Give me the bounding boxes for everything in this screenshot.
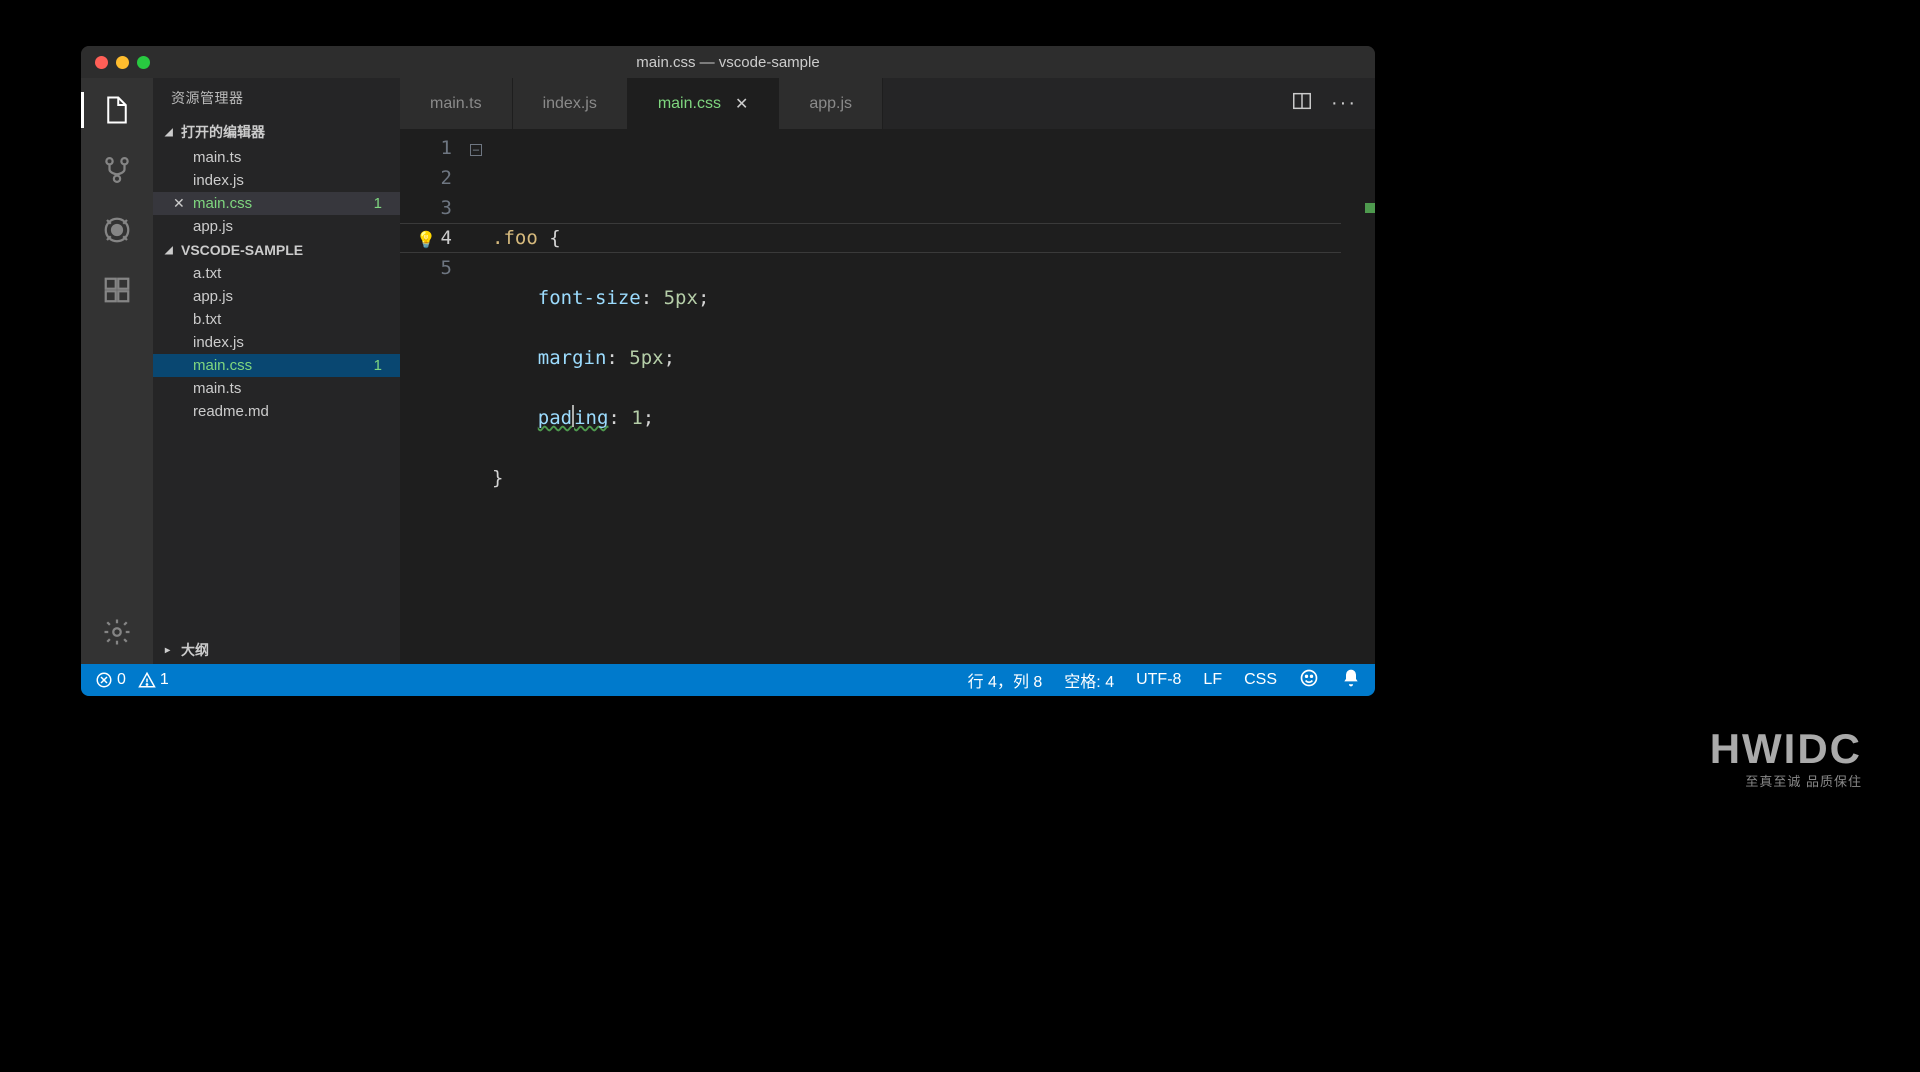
open-editor-item[interactable]: index.js [153, 169, 400, 192]
status-bar: 0 1 行 4，列 8 空格: 4 UTF-8 LF CSS [81, 664, 1375, 696]
project-header[interactable]: ◢ VSCODE-SAMPLE [153, 238, 400, 262]
file-encoding[interactable]: UTF-8 [1136, 671, 1181, 689]
explorer-activity-icon[interactable] [93, 86, 141, 134]
editor-tab[interactable]: index.js [513, 78, 628, 129]
tab-actions: ··· [1291, 78, 1375, 129]
watermark-logo: HWIDC [1710, 725, 1862, 773]
error-count: 0 [117, 671, 126, 689]
lightbulb-icon[interactable]: 💡 [416, 225, 436, 255]
chevron-down-icon: ◢ [165, 245, 177, 256]
indent-spacing[interactable]: 空格: 4 [1064, 668, 1114, 692]
fold-collapse-icon[interactable]: − [470, 144, 482, 156]
settings-activity-icon[interactable] [93, 608, 141, 656]
open-editors-label: 打开的编辑器 [181, 122, 265, 142]
current-line-highlight [400, 223, 1341, 253]
watermark: HWIDC 至真至诚 品质保住 [1710, 725, 1862, 790]
minimap[interactable] [1341, 129, 1361, 664]
editor-window: main.css — vscode-sample 资源管理器 ◢ [81, 46, 1375, 696]
code-area[interactable]: 💡 .foo { font-size: 5px; margin: 5px; pa… [492, 129, 1341, 664]
warning-marker[interactable] [1365, 203, 1375, 213]
line-number-gutter: 1 2 3 4 5 [400, 129, 470, 664]
open-editors-header[interactable]: ◢ 打开的编辑器 [153, 118, 400, 146]
file-item[interactable]: index.js [153, 331, 400, 354]
outline-header[interactable]: ▸ 大纲 [153, 636, 400, 664]
main-area: 资源管理器 ◢ 打开的编辑器 main.ts index.js ✕ main.c… [81, 78, 1375, 664]
open-editor-item[interactable]: ✕ main.css 1 [153, 192, 400, 215]
split-editor-icon[interactable] [1291, 90, 1313, 117]
tab-bar: main.ts index.js main.css ✕ app.js ··· [400, 78, 1375, 129]
debug-activity-icon[interactable] [93, 206, 141, 254]
close-window-button[interactable] [95, 56, 108, 69]
file-item[interactable]: readme.md [153, 400, 400, 423]
editor-body[interactable]: 1 2 3 4 5 − 💡 .foo { font-size: 5px; mar… [400, 129, 1375, 664]
sidebar-title: 资源管理器 [153, 78, 400, 118]
eol-mode[interactable]: LF [1203, 671, 1222, 689]
traffic-lights [81, 56, 150, 69]
file-item[interactable]: main.ts [153, 377, 400, 400]
project-label: VSCODE-SAMPLE [181, 242, 303, 258]
sidebar: 资源管理器 ◢ 打开的编辑器 main.ts index.js ✕ main.c… [153, 78, 400, 664]
chevron-down-icon: ◢ [165, 127, 177, 138]
minimize-window-button[interactable] [116, 56, 129, 69]
editor-group: main.ts index.js main.css ✕ app.js ··· 1 [400, 78, 1375, 664]
cursor-position[interactable]: 行 4，列 8 [968, 668, 1043, 692]
file-item[interactable]: b.txt [153, 308, 400, 331]
overview-ruler[interactable] [1361, 129, 1375, 664]
outline-label: 大纲 [181, 640, 209, 660]
window-title: main.css — vscode-sample [636, 54, 819, 71]
more-actions-icon[interactable]: ··· [1331, 92, 1357, 115]
titlebar: main.css — vscode-sample [81, 46, 1375, 78]
status-problems[interactable]: 0 1 [95, 671, 169, 689]
file-item[interactable]: app.js [153, 285, 400, 308]
chevron-right-icon: ▸ [165, 645, 177, 656]
editor-tab[interactable]: app.js [779, 78, 883, 129]
close-icon[interactable]: ✕ [173, 195, 185, 212]
file-item[interactable]: a.txt [153, 262, 400, 285]
file-item[interactable]: main.css 1 [153, 354, 400, 377]
warning-count: 1 [160, 671, 169, 689]
source-control-activity-icon[interactable] [93, 146, 141, 194]
extensions-activity-icon[interactable] [93, 266, 141, 314]
editor-tab[interactable]: main.css ✕ [628, 78, 780, 129]
maximize-window-button[interactable] [137, 56, 150, 69]
close-icon[interactable]: ✕ [735, 94, 748, 114]
watermark-tagline: 至真至诚 品质保住 [1710, 771, 1862, 790]
modified-badge: 1 [374, 357, 382, 374]
open-editor-item[interactable]: main.ts [153, 146, 400, 169]
editor-tab[interactable]: main.ts [400, 78, 513, 129]
activity-bar [81, 78, 153, 664]
feedback-icon[interactable] [1299, 668, 1319, 693]
language-mode[interactable]: CSS [1244, 671, 1277, 689]
notifications-icon[interactable] [1341, 668, 1361, 693]
open-editor-item[interactable]: app.js [153, 215, 400, 238]
modified-badge: 1 [374, 195, 382, 212]
fold-gutter: − [470, 129, 492, 664]
